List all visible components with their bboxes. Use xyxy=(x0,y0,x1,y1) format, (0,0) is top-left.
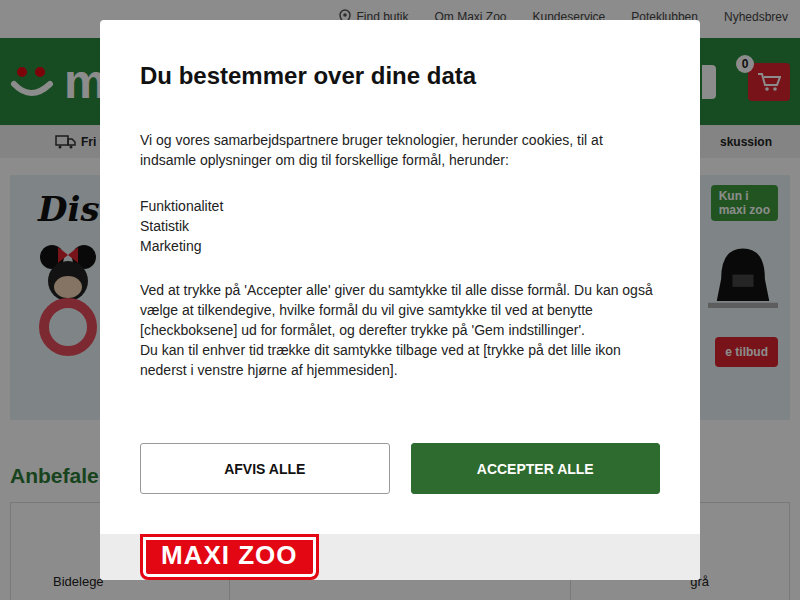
consent-button[interactable]: AFVIS ALLE xyxy=(140,443,390,494)
consent-dialog: Du bestemmer over dine data Vi og vores s… xyxy=(100,20,700,580)
page: Find butikOm Maxi ZooKundeservicePoteklu… xyxy=(0,0,800,600)
consent-button[interactable]: ACCEPTER ALLE xyxy=(411,443,661,494)
detail-text: Ved at trykke på 'Accepter alle' giver d… xyxy=(140,280,660,340)
dialog-title: Du bestemmer over dine data xyxy=(140,62,660,90)
purpose-item: Statistik xyxy=(140,216,660,236)
dialog-footer: AFVIS ALLE ACCEPTER ALLE xyxy=(100,404,700,534)
purpose-item: Funktionalitet xyxy=(140,196,660,216)
purpose-list: FunktionalitetStatistikMarketing xyxy=(140,196,660,256)
intro-text: Vi og vores samarbejdspartnere bruger te… xyxy=(140,130,660,170)
detail-text: Du kan til enhver tid trække dit samtykk… xyxy=(140,340,660,380)
maxi-zoo-logo: MAXI ZOO xyxy=(140,534,319,580)
dialog-body: Du bestemmer over dine data Vi og vores s… xyxy=(100,20,700,404)
purpose-item: Marketing xyxy=(140,236,660,256)
